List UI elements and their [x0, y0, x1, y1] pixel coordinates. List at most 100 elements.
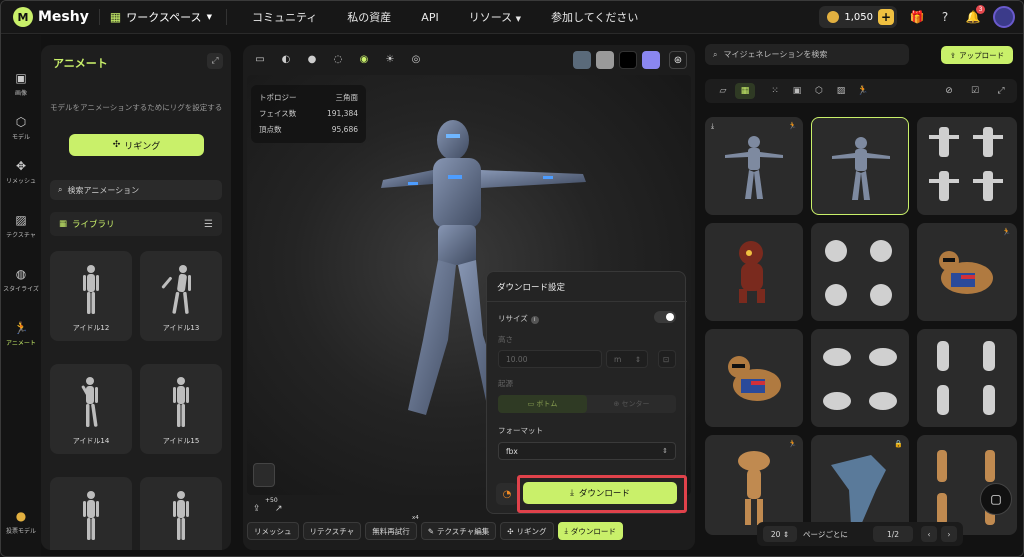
rail-item-image[interactable]: ▣ 画像 — [1, 71, 41, 97]
nav-api[interactable]: API — [421, 11, 438, 24]
rail-item-vote[interactable]: ● 投票モデル — [1, 509, 41, 535]
target-icon[interactable]: ⊛ — [669, 51, 687, 69]
generation-tile[interactable]: 🏃 — [705, 435, 803, 535]
per-page-select[interactable]: 20 ⇕ — [763, 526, 797, 542]
animation-card[interactable]: アイドル13 — [140, 251, 222, 341]
add-credits-button[interactable]: + — [878, 9, 894, 25]
resize-toggle[interactable] — [654, 311, 676, 323]
blender-icon[interactable]: ◔ — [496, 483, 518, 505]
bg-swatch-gray[interactable] — [596, 51, 614, 69]
rail-item-animate[interactable]: 🏃 アニメート — [1, 321, 41, 347]
generation-tile[interactable] — [811, 329, 909, 427]
generation-tile[interactable] — [917, 329, 1017, 427]
bg-swatch-purple[interactable] — [642, 51, 660, 69]
download-button[interactable]: ⤓ ダウンロード — [523, 482, 677, 504]
select-icon[interactable]: ☑ — [967, 83, 983, 99]
unit-value: m — [614, 354, 622, 364]
unit-select[interactable]: m ⇕ — [606, 350, 648, 368]
generation-tile[interactable] — [705, 223, 803, 321]
t-pose-icon[interactable] — [253, 463, 275, 487]
generation-tile[interactable] — [811, 223, 909, 321]
nav-resources[interactable]: リソース ▼ — [469, 9, 521, 25]
animation-card[interactable]: アイドル14 — [50, 364, 132, 454]
avatar[interactable] — [993, 6, 1015, 28]
measure-icon[interactable]: ⊡ — [658, 350, 676, 368]
library-tab[interactable]: ▦ ライブラリ ☰ — [50, 212, 222, 236]
expand-icon[interactable]: ⤢ — [207, 53, 223, 69]
image-filter-icon[interactable]: ▣ — [789, 83, 805, 99]
next-page-button[interactable]: › — [941, 526, 957, 542]
bg-swatch-black[interactable] — [619, 51, 637, 69]
rail-item-stylize[interactable]: ◍ スタイライズ — [1, 267, 41, 293]
generation-search-input[interactable]: ⌕ マイジェネレーションを検索 — [705, 44, 909, 65]
chat-button[interactable]: ▢ — [980, 483, 1012, 515]
monitor-icon[interactable]: ▭ — [253, 52, 267, 66]
height-input[interactable]: 10.00 — [498, 350, 602, 368]
bg-swatch-texture[interactable] — [573, 51, 591, 69]
tab-texture-edit[interactable]: ✎ テクスチャ編集 — [420, 522, 497, 540]
help-icon[interactable]: ? — [937, 9, 953, 25]
grid-view-icon[interactable]: ▦ — [735, 83, 755, 99]
bell-icon[interactable]: 🔔 3 — [965, 5, 985, 25]
folder-icon[interactable]: ▱ — [715, 83, 731, 99]
generation-tile[interactable] — [917, 117, 1017, 215]
prev-page-button[interactable]: ‹ — [921, 526, 937, 542]
clear-filter-icon[interactable]: ⊘ — [941, 83, 957, 99]
rail-item-remesh[interactable]: ✥ リメッシュ — [1, 159, 41, 185]
tab-download[interactable]: ⤓ ダウンロード — [557, 522, 623, 540]
animation-card[interactable] — [50, 477, 132, 550]
animation-card[interactable] — [140, 477, 222, 550]
share-icon[interactable]: ↗ — [275, 504, 283, 514]
origin-bottom-label: ボトム — [536, 400, 558, 408]
tab-label: リメッシュ — [254, 526, 292, 536]
animation-search-input[interactable]: ⌕ 検索アニメーション — [50, 180, 222, 200]
format-select[interactable]: fbx ⇕ — [498, 442, 676, 460]
solid-sphere-icon[interactable]: ● — [305, 52, 319, 66]
rigging-label: リギング — [124, 141, 161, 152]
workspace-menu[interactable]: ▦ ワークスペース ▼ — [110, 9, 212, 25]
animation-card[interactable]: アイドル12 — [50, 251, 132, 341]
dog-thumbnail — [728, 356, 781, 401]
generation-tile-selected[interactable] — [811, 117, 909, 215]
page-input[interactable]: 1/2 — [873, 526, 913, 542]
credits-pill[interactable]: 1,050 + — [819, 6, 897, 28]
upload-button[interactable]: ⇪ アップロード — [941, 46, 1013, 64]
rail-item-model[interactable]: ⬡ モデル — [1, 115, 41, 141]
all-filter-icon[interactable]: ⁙ — [767, 83, 783, 99]
app-window: M Meshy ▦ ワークスペース ▼ コミュニティ 私の資産 API リソース… — [0, 0, 1024, 557]
menu-icon[interactable]: ☰ — [204, 219, 213, 230]
rigging-button[interactable]: ✣ リギング — [69, 134, 204, 156]
nav-my-assets[interactable]: 私の資産 — [347, 9, 391, 25]
animation-filter-icon[interactable]: 🏃 — [855, 83, 871, 99]
upload-icon[interactable]: ⇪ — [253, 504, 261, 514]
origin-center-option[interactable]: ⊕ センター — [587, 395, 676, 413]
cube-icon: ⬡ — [15, 115, 27, 129]
matcap-icon[interactable]: ◐ — [279, 52, 293, 66]
logo[interactable]: M Meshy — [13, 7, 89, 27]
tab-remesh[interactable]: リメッシュ — [247, 522, 299, 540]
tab-free-retry[interactable]: 無料再試行 x4 — [365, 515, 419, 540]
gift-icon[interactable]: 🎁 — [909, 9, 925, 25]
origin-bottom-option[interactable]: ▭ ボトム — [498, 395, 587, 413]
texture-filter-icon[interactable]: ▨ — [833, 83, 849, 99]
download-icon: ⤓ — [564, 526, 568, 535]
nav-join[interactable]: 参加してください — [551, 9, 638, 25]
generation-tile[interactable]: 🔒 — [811, 435, 909, 535]
generation-tile[interactable]: 🏃 — [917, 223, 1017, 321]
wire-sphere-icon[interactable]: ◌ — [331, 52, 345, 66]
animation-card[interactable]: アイドル15 — [140, 364, 222, 454]
generation-tile[interactable] — [705, 329, 803, 427]
light-icon[interactable]: ☀ — [383, 52, 397, 66]
model-filter-icon[interactable]: ⬡ — [811, 83, 827, 99]
nav-community[interactable]: コミュニティ — [252, 9, 317, 25]
texture-sphere-icon[interactable]: ◉ — [357, 52, 371, 66]
tab-retexture[interactable]: リテクスチャ — [302, 522, 362, 540]
generation-tile[interactable]: ⤓ 🏃 — [705, 117, 803, 215]
tab-label: 無料再試行 — [372, 526, 410, 536]
tab-rigging[interactable]: ✣ リギング — [500, 522, 554, 540]
info-icon[interactable]: i — [530, 316, 539, 324]
fullscreen-icon[interactable]: ⤢ — [993, 83, 1009, 99]
tab-label: テクスチャ編集 — [437, 526, 490, 536]
rail-item-texture[interactable]: ▨ テクスチャ — [1, 213, 41, 239]
globe-icon[interactable]: ◎ — [409, 52, 423, 66]
